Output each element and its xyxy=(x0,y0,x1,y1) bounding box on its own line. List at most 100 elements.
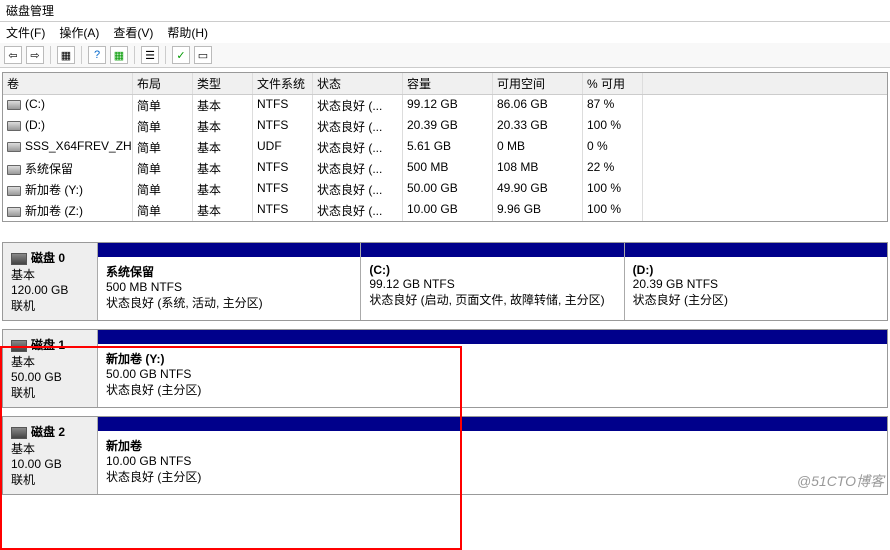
col-layout[interactable]: 布局 xyxy=(133,73,193,94)
disk-row[interactable]: 磁盘 0基本120.00 GB联机系统保留500 MB NTFS状态良好 (系统… xyxy=(2,242,888,321)
forward-button[interactable]: ⇨ xyxy=(26,46,44,64)
volume-row[interactable]: (C:)简单基本NTFS状态良好 (...99.12 GB86.06 GB87 … xyxy=(3,95,887,116)
volume-row[interactable]: 新加卷 (Y:)简单基本NTFS状态良好 (...50.00 GB49.90 G… xyxy=(3,179,887,200)
col-capacity[interactable]: 容量 xyxy=(403,73,493,94)
partition-status: 状态良好 (系统, 活动, 主分区) xyxy=(106,294,352,311)
menu-view[interactable]: 查看(V) xyxy=(113,24,153,41)
menu-file[interactable]: 文件(F) xyxy=(6,24,45,41)
disk-label: 磁盘 2基本10.00 GB联机 xyxy=(3,417,98,494)
volume-layout: 简单 xyxy=(133,95,193,116)
volume-type: 基本 xyxy=(193,116,253,137)
partition-body: 新加卷10.00 GB NTFS状态良好 (主分区) xyxy=(98,431,887,494)
volume-pct: 22 % xyxy=(583,158,643,179)
menu-help[interactable]: 帮助(H) xyxy=(167,24,208,41)
volume-free: 20.33 GB xyxy=(493,116,583,137)
col-percent[interactable]: % 可用 xyxy=(583,73,643,94)
check-button[interactable]: ✓ xyxy=(172,46,190,64)
volume-cap: 50.00 GB xyxy=(403,179,493,200)
volume-status: 状态良好 (... xyxy=(313,179,403,200)
volume-status: 状态良好 (... xyxy=(313,116,403,137)
volume-row[interactable]: (D:)简单基本NTFS状态良好 (...20.39 GB20.33 GB100… xyxy=(3,116,887,137)
partition-size: 50.00 GB NTFS xyxy=(106,367,879,381)
toolbar-sep xyxy=(134,46,135,64)
volume-name: (D:) xyxy=(25,118,45,132)
disk-kind: 基本 xyxy=(11,353,89,370)
toolbar: ⇦ ⇨ ▦ ? ▦ ☰ ✓ ▭ xyxy=(0,43,890,68)
volume-row[interactable]: SSS_X64FREV_ZH...简单基本UDF状态良好 (...5.61 GB… xyxy=(3,137,887,158)
volume-row[interactable]: 系统保留简单基本NTFS状态良好 (...500 MB108 MB22 % xyxy=(3,158,887,179)
volume-row[interactable]: 新加卷 (Z:)简单基本NTFS状态良好 (...10.00 GB9.96 GB… xyxy=(3,200,887,221)
toolbar-sep xyxy=(81,46,82,64)
list-button[interactable]: ☰ xyxy=(141,46,159,64)
partition-name: (C:) xyxy=(369,263,615,277)
back-button[interactable]: ⇦ xyxy=(4,46,22,64)
col-free[interactable]: 可用空间 xyxy=(493,73,583,94)
disk-row[interactable]: 磁盘 1基本50.00 GB联机新加卷 (Y:)50.00 GB NTFS状态良… xyxy=(2,329,888,408)
partition[interactable]: 新加卷10.00 GB NTFS状态良好 (主分区) xyxy=(98,417,887,494)
partition-body: (D:)20.39 GB NTFS状态良好 (主分区) xyxy=(625,257,887,320)
volume-layout: 简单 xyxy=(133,200,193,221)
partition-status: 状态良好 (主分区) xyxy=(106,468,879,485)
volume-free: 108 MB xyxy=(493,158,583,179)
volume-status: 状态良好 (... xyxy=(313,95,403,116)
menu-bar: 文件(F) 操作(A) 查看(V) 帮助(H) xyxy=(0,22,890,43)
partition-body: 新加卷 (Y:)50.00 GB NTFS状态良好 (主分区) xyxy=(98,344,887,407)
partition-header xyxy=(625,243,887,257)
partition-name: 新加卷 (Y:) xyxy=(106,350,879,367)
drive-icon xyxy=(7,186,21,196)
volume-free: 86.06 GB xyxy=(493,95,583,116)
disk-row[interactable]: 磁盘 2基本10.00 GB联机新加卷10.00 GB NTFS状态良好 (主分… xyxy=(2,416,888,495)
help-button[interactable]: ? xyxy=(88,46,106,64)
col-type[interactable]: 类型 xyxy=(193,73,253,94)
col-volume[interactable]: 卷 xyxy=(3,73,133,94)
disk-state: 联机 xyxy=(11,297,89,314)
app-title: 磁盘管理 xyxy=(6,4,54,18)
partition[interactable]: 系统保留500 MB NTFS状态良好 (系统, 活动, 主分区) xyxy=(98,243,361,320)
disk-state: 联机 xyxy=(11,384,89,401)
col-status[interactable]: 状态 xyxy=(313,73,403,94)
volume-type: 基本 xyxy=(193,95,253,116)
volume-fs: NTFS xyxy=(253,116,313,137)
disk-icon xyxy=(11,340,27,352)
disk-name: 磁盘 2 xyxy=(31,425,65,439)
partition-header xyxy=(361,243,623,257)
volume-name: 新加卷 (Y:) xyxy=(25,183,83,197)
disk-name: 磁盘 0 xyxy=(31,251,65,265)
menu-action[interactable]: 操作(A) xyxy=(59,24,99,41)
partition-size: 10.00 GB NTFS xyxy=(106,454,879,468)
disk-name: 磁盘 1 xyxy=(31,338,65,352)
drive-icon xyxy=(7,165,21,175)
col-fs[interactable]: 文件系统 xyxy=(253,73,313,94)
grid-button[interactable]: ▦ xyxy=(57,46,75,64)
volume-fs: NTFS xyxy=(253,158,313,179)
volume-pct: 0 % xyxy=(583,137,643,158)
disk-icon xyxy=(11,427,27,439)
volume-status: 状态良好 (... xyxy=(313,158,403,179)
volume-layout: 简单 xyxy=(133,179,193,200)
volume-fs: NTFS xyxy=(253,200,313,221)
partition-name: 新加卷 xyxy=(106,437,879,454)
volume-list: 卷 布局 类型 文件系统 状态 容量 可用空间 % 可用 (C:)简单基本NTF… xyxy=(2,72,888,222)
volume-cap: 5.61 GB xyxy=(403,137,493,158)
partition-wrap: 新加卷 (Y:)50.00 GB NTFS状态良好 (主分区) xyxy=(98,330,887,407)
partition-name: (D:) xyxy=(633,263,879,277)
props-button[interactable]: ▭ xyxy=(194,46,212,64)
volume-name: (C:) xyxy=(25,97,45,111)
partition-wrap: 系统保留500 MB NTFS状态良好 (系统, 活动, 主分区)(C:)99.… xyxy=(98,243,887,320)
toolbar-sep xyxy=(165,46,166,64)
disk-kind: 基本 xyxy=(11,266,89,283)
volume-type: 基本 xyxy=(193,137,253,158)
volume-type: 基本 xyxy=(193,179,253,200)
partition[interactable]: 新加卷 (Y:)50.00 GB NTFS状态良好 (主分区) xyxy=(98,330,887,407)
refresh-button[interactable]: ▦ xyxy=(110,46,128,64)
disk-map: 磁盘 0基本120.00 GB联机系统保留500 MB NTFS状态良好 (系统… xyxy=(0,242,890,495)
watermark: @51CTO博客 xyxy=(797,471,884,491)
drive-icon xyxy=(7,207,21,217)
volume-free: 9.96 GB xyxy=(493,200,583,221)
partition[interactable]: (C:)99.12 GB NTFS状态良好 (启动, 页面文件, 故障转储, 主… xyxy=(361,243,624,320)
volume-layout: 简单 xyxy=(133,158,193,179)
volume-free: 0 MB xyxy=(493,137,583,158)
volume-name: 系统保留 xyxy=(25,162,73,176)
partition-wrap: 新加卷10.00 GB NTFS状态良好 (主分区) xyxy=(98,417,887,494)
partition[interactable]: (D:)20.39 GB NTFS状态良好 (主分区) xyxy=(625,243,887,320)
